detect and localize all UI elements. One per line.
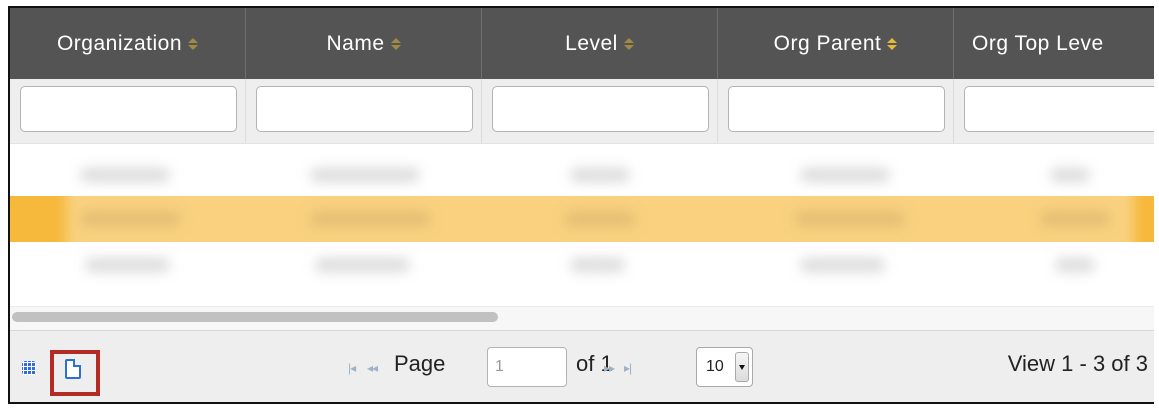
column-header-org-parent[interactable]: Org Parent (718, 8, 954, 79)
rows-per-page-value: 10 (706, 358, 724, 375)
chevron-down-icon[interactable] (735, 352, 749, 382)
column-header-level[interactable]: Level (482, 8, 718, 79)
column-label: Organization (56, 31, 183, 55)
column-header-org-top-level[interactable]: Org Top Leve (954, 8, 1154, 79)
column-header-name[interactable]: Name (246, 8, 482, 79)
filter-input-org-top-level[interactable] (964, 86, 1154, 132)
last-page-icon[interactable]: ▸| (624, 361, 632, 375)
first-page-icon[interactable]: |◂ (348, 361, 356, 375)
column-label: Org Parent (773, 31, 882, 55)
callout-highlight-box (50, 350, 100, 396)
page-number-input[interactable] (487, 347, 567, 387)
data-grid: Organization Name Level Org Parent Org T… (8, 6, 1154, 404)
record-count-label: View 1 - 3 of 3 (1007, 351, 1148, 376)
grid-body (10, 144, 1154, 306)
rows-per-page-select[interactable]: 10 (696, 347, 753, 387)
filter-cell (482, 79, 718, 143)
filter-row (10, 79, 1154, 144)
pager-bar: |◂ ◂◂ Page of 1 ▸▸ ▸| 10 View 1 - 3 of 3 (10, 330, 1154, 402)
grid-settings-icon[interactable] (22, 361, 36, 375)
sort-icon (188, 37, 199, 50)
column-label: Level (565, 31, 618, 55)
filter-cell (10, 79, 246, 143)
scrollbar-thumb[interactable] (12, 312, 498, 322)
column-label: Name (326, 31, 385, 55)
filter-input-organization[interactable] (20, 86, 237, 132)
column-label: Org Top Leve (972, 31, 1104, 55)
filter-cell (718, 79, 954, 143)
column-header-organization[interactable]: Organization (10, 8, 246, 79)
filter-cell (246, 79, 482, 143)
sort-icon (623, 37, 634, 50)
sort-active-icon (887, 37, 898, 50)
horizontal-scrollbar[interactable] (10, 306, 1154, 331)
filter-cell (954, 79, 1154, 143)
prev-page-icon[interactable]: ◂◂ (367, 361, 378, 375)
page-label: Page (394, 351, 446, 376)
grid-header: Organization Name Level Org Parent Org T… (10, 8, 1154, 79)
sort-icon (390, 37, 401, 50)
filter-input-name[interactable] (256, 86, 473, 132)
next-page-icon[interactable]: ▸▸ (604, 361, 615, 375)
blur-overlay (66, 152, 1134, 286)
filter-input-org-parent[interactable] (728, 86, 945, 132)
filter-input-level[interactable] (492, 86, 709, 132)
